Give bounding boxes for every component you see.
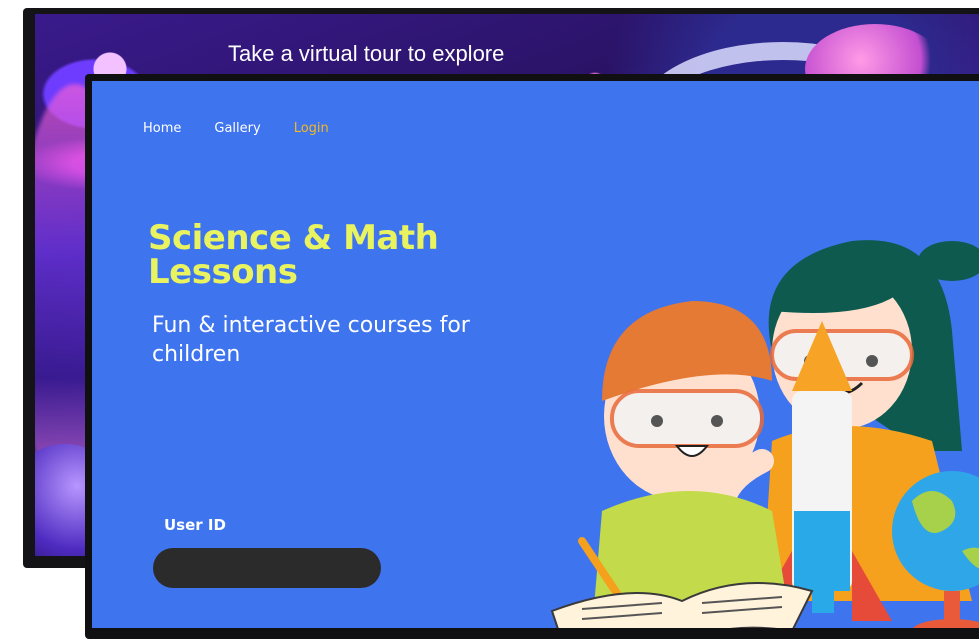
- front-monitor: Home Gallery Login Science & Math Lesson…: [85, 74, 979, 639]
- front-monitor-screen: Home Gallery Login Science & Math Lesson…: [92, 81, 979, 628]
- hero-title: Science & Math Lessons: [148, 218, 439, 292]
- globe-graphic: [892, 471, 979, 628]
- kids-science-illustration: [550, 240, 979, 628]
- nav-gallery-link[interactable]: Gallery: [214, 121, 260, 136]
- nav-home-link[interactable]: Home: [143, 121, 181, 136]
- user-id-label: User ID: [164, 516, 226, 534]
- back-screen-title: Take a virtual tour to explore: [228, 41, 505, 66]
- user-id-input[interactable]: [153, 548, 381, 588]
- nav-login-link[interactable]: Login: [294, 121, 329, 136]
- top-nav: Home Gallery Login: [143, 121, 329, 136]
